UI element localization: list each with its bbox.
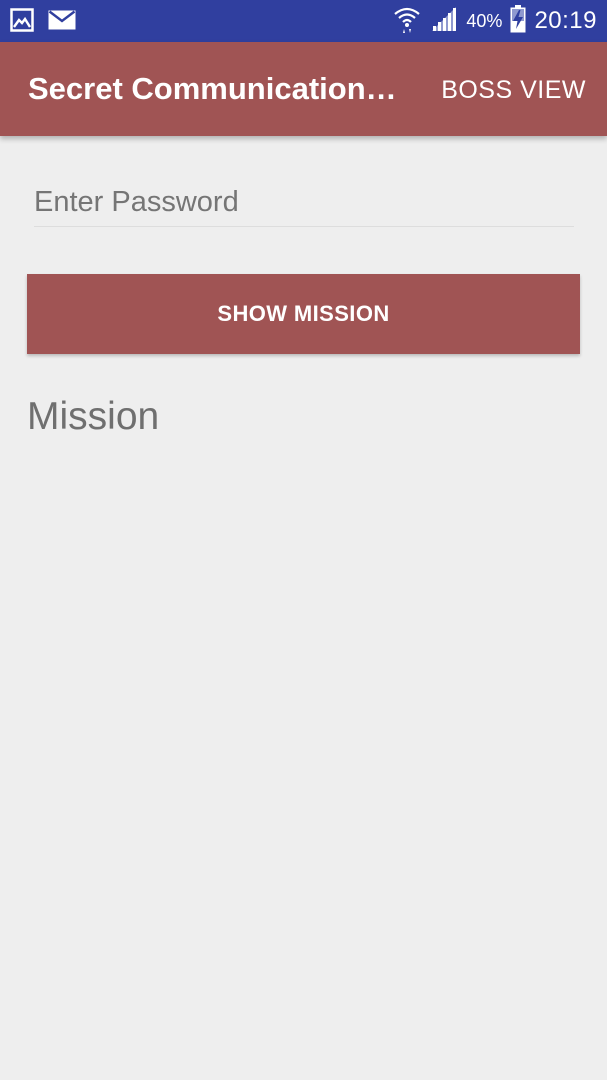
mission-text: Mission [27,395,160,438]
clock: 20:19 [534,7,597,34]
wifi-icon [392,4,422,39]
image-icon [10,8,34,37]
password-input[interactable] [34,182,574,222]
boss-view-button[interactable]: BOSS VIEW [441,76,586,105]
status-bar: 40% 20:19 [0,0,607,42]
show-mission-button[interactable]: SHOW MISSION [27,274,580,354]
signal-icon [430,6,458,37]
app-title: Secret Communication… [28,71,397,106]
app-bar: Secret Communication… BOSS VIEW [0,42,607,136]
status-bar-left [10,8,76,37]
password-field[interactable] [34,170,574,227]
battery-percent: 40% [466,10,503,31]
status-bar-right: 40% 20:19 [392,0,597,42]
battery-charging-icon [510,4,526,38]
mail-icon [48,9,76,36]
